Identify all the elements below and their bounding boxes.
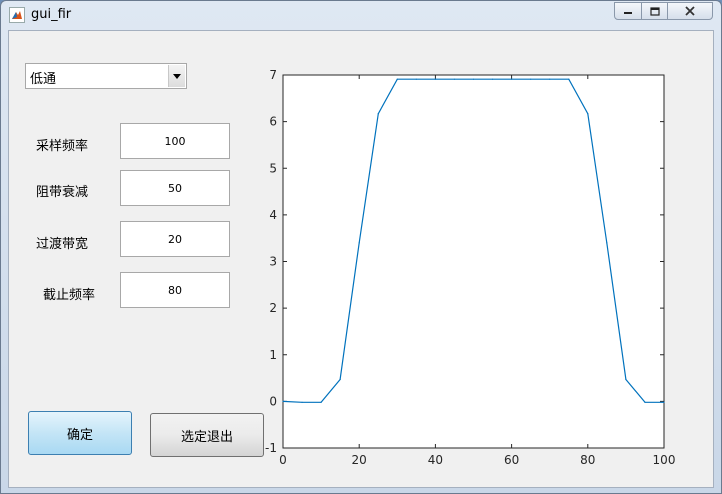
- y-tick-label: -1: [265, 441, 277, 455]
- data-point: [301, 401, 303, 403]
- close-icon: [685, 6, 695, 16]
- data-point: [415, 78, 417, 80]
- data-point: [530, 78, 532, 80]
- plot-area: [282, 74, 665, 449]
- app-window: gui_fir 低通 采样频率 100 阻带衰减 50 过渡带宽 20 截止频率…: [0, 0, 722, 494]
- data-point: [549, 78, 551, 80]
- y-tick-label: 3: [269, 255, 277, 269]
- response-plot: 0 20 40 60 80 100-101234567: [265, 68, 675, 467]
- data-point: [606, 242, 608, 244]
- figure-panel: 低通 采样频率 100 阻带衰减 50 过渡带宽 20 截止频率 80 确定 选…: [8, 30, 714, 488]
- data-point: [358, 242, 360, 244]
- minimize-icon: [624, 12, 632, 14]
- data-point: [587, 113, 589, 115]
- y-tick-label: 2: [269, 301, 277, 315]
- data-point: [282, 400, 284, 402]
- y-tick-label: 5: [269, 161, 277, 175]
- plot-axes: 0 20 40 60 80 100-101234567: [265, 68, 675, 467]
- data-point: [396, 78, 398, 80]
- y-tick-label: 0: [269, 394, 277, 408]
- data-point: [453, 78, 456, 80]
- window-title: gui_fir: [31, 7, 72, 22]
- y-tick-label: 4: [269, 208, 277, 222]
- x-tick-label: 0: [279, 453, 287, 467]
- data-point: [491, 78, 494, 80]
- data-point: [339, 378, 341, 381]
- minimize-button[interactable]: [614, 2, 642, 20]
- y-tick-label: 1: [269, 348, 277, 362]
- x-tick-label: 60: [504, 453, 519, 467]
- x-tick-label: 80: [580, 453, 595, 467]
- data-point: [625, 378, 627, 381]
- data-point: [663, 401, 665, 403]
- data-point: [472, 78, 475, 80]
- data-point: [434, 78, 436, 80]
- data-point: [511, 78, 513, 80]
- maximize-icon: [649, 6, 660, 16]
- y-tick-label: 7: [269, 68, 277, 82]
- close-button[interactable]: [667, 2, 713, 20]
- x-tick-label: 100: [653, 453, 676, 467]
- data-point: [377, 113, 379, 115]
- title-bar[interactable]: gui_fir: [1, 1, 721, 29]
- matlab-icon: [9, 7, 25, 23]
- data-point: [644, 401, 646, 403]
- maximize-button[interactable]: [641, 2, 668, 20]
- x-tick-label: 40: [428, 453, 443, 467]
- x-tick-label: 20: [352, 453, 367, 467]
- y-tick-label: 6: [269, 115, 277, 129]
- data-point: [568, 78, 570, 80]
- data-point: [320, 401, 322, 403]
